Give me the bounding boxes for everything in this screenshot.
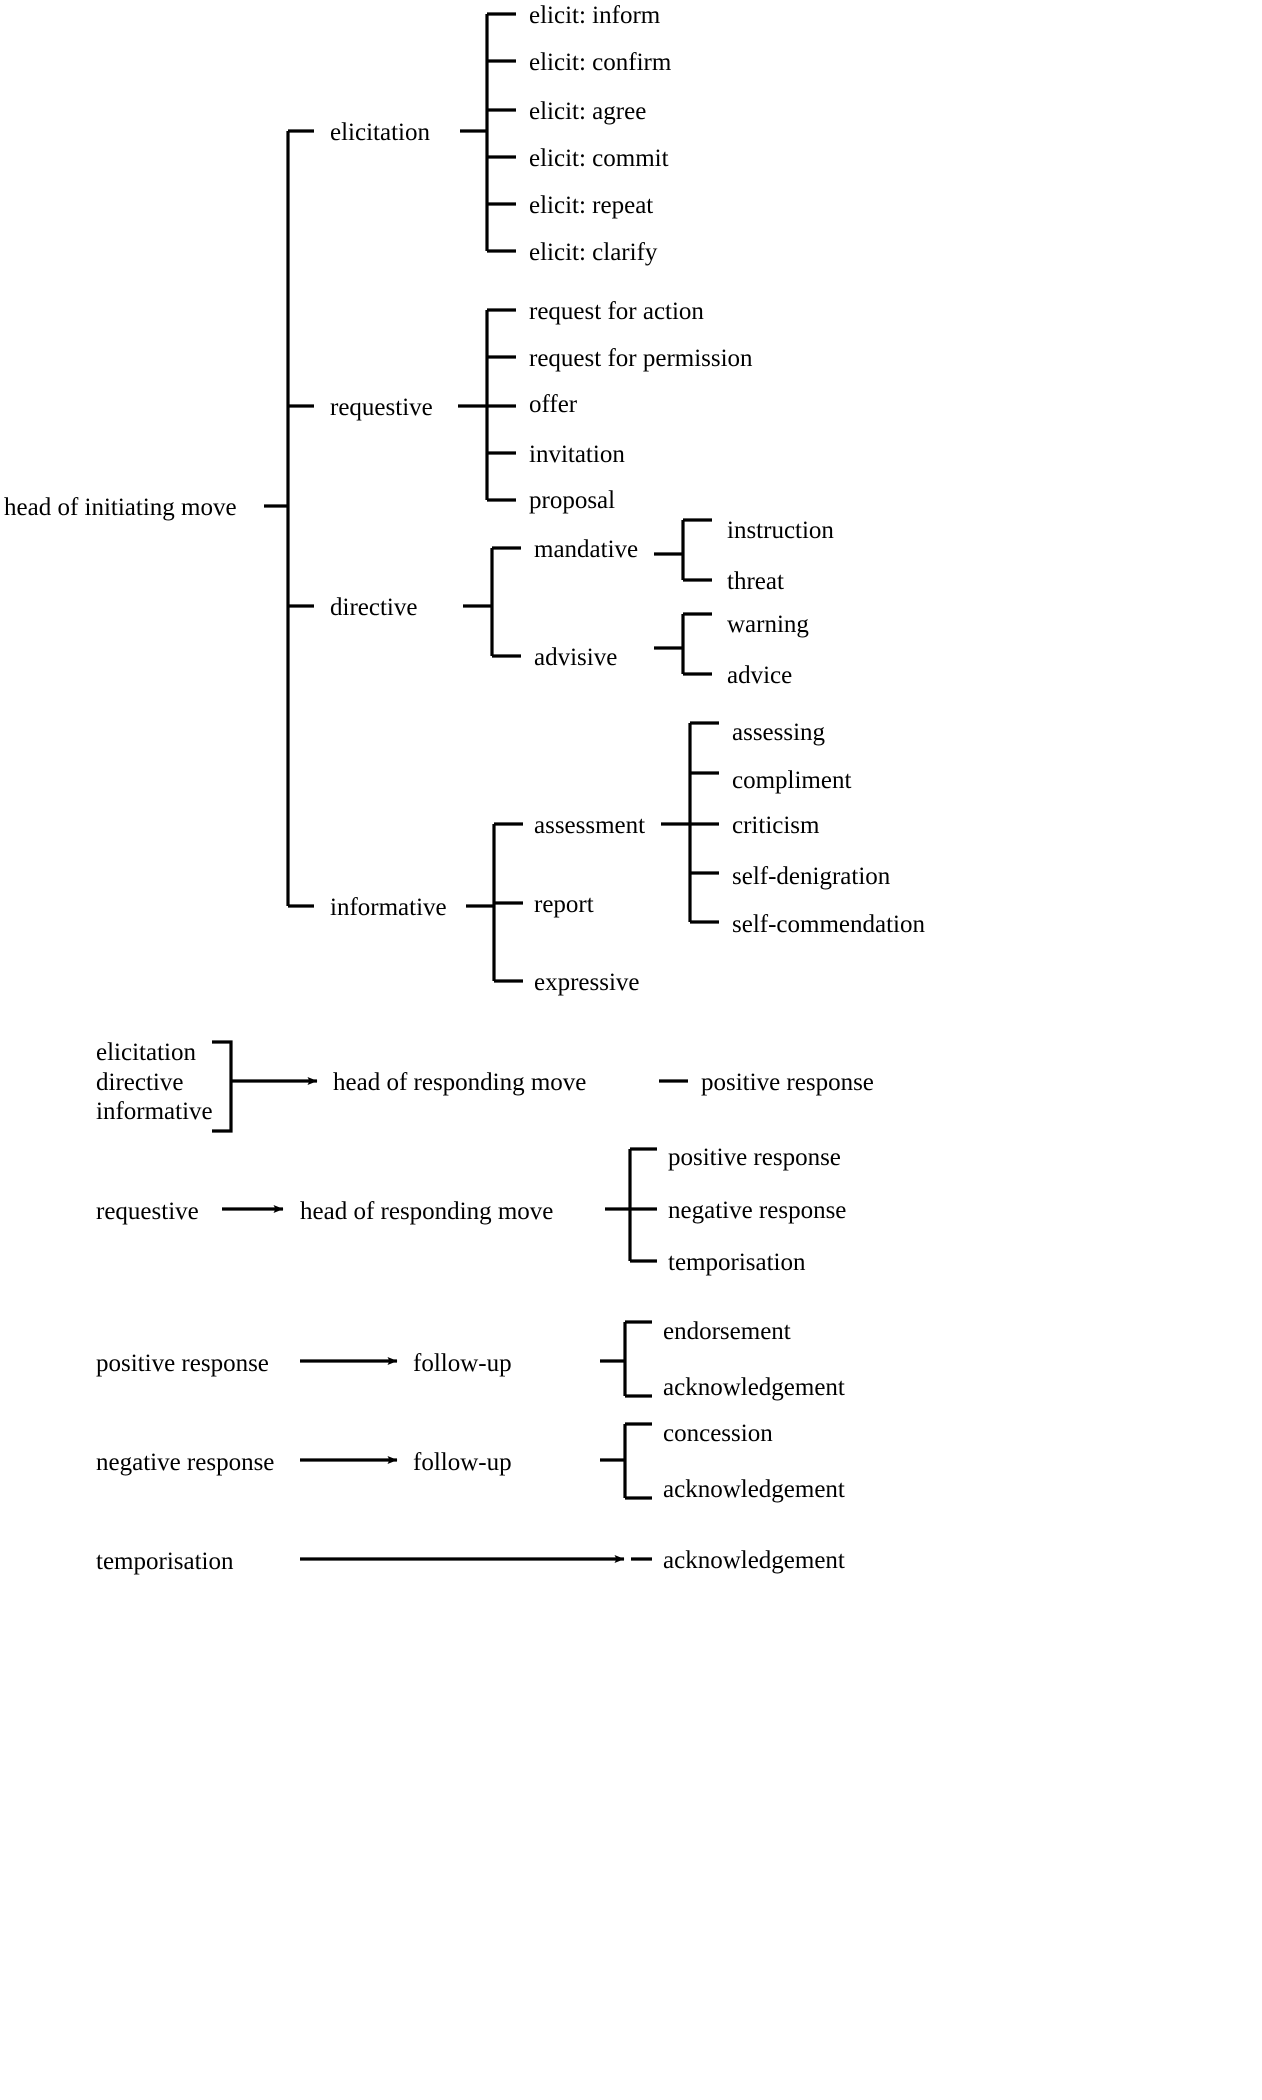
node-informative: informative (330, 894, 447, 921)
node-warning: warning (727, 611, 809, 638)
node-mandative: mandative (534, 536, 638, 563)
node-acknowledgement-1: acknowledgement (663, 1374, 845, 1401)
node-proposal: proposal (529, 487, 615, 514)
node-criticism: criticism (732, 812, 820, 839)
node-offer: offer (529, 391, 578, 418)
node-advisive: advisive (534, 644, 617, 671)
node-source-informative: informative (96, 1098, 213, 1125)
node-positive-response-2: positive response (668, 1144, 841, 1171)
node-directive: directive (330, 594, 417, 621)
sources-bracket-1 (212, 1040, 233, 1133)
node-negative-response-2: negative response (668, 1197, 846, 1224)
node-temporisation-source: temporisation (96, 1548, 234, 1575)
node-follow-up-1: follow-up (413, 1350, 512, 1377)
node-request-for-permission: request for permission (529, 345, 753, 372)
node-elicit-commit: elicit: commit (529, 145, 669, 172)
node-self-denigration: self-denigration (732, 863, 891, 890)
node-source-elicitation: elicitation (96, 1039, 196, 1066)
node-assessment: assessment (534, 812, 645, 839)
node-acknowledgement-3: acknowledgement (663, 1547, 845, 1574)
node-self-commendation: self-commendation (732, 911, 925, 938)
node-requestive: requestive (330, 394, 433, 421)
node-head-of-initiating-move: head of initiating move (4, 494, 237, 521)
node-head-of-responding-move-2: head of responding move (300, 1198, 553, 1225)
node-instruction: instruction (727, 517, 834, 544)
node-endorsement: endorsement (663, 1318, 791, 1345)
node-head-of-responding-move-1: head of responding move (333, 1069, 586, 1096)
node-positive-response-source: positive response (96, 1350, 269, 1377)
node-request-for-action: request for action (529, 298, 704, 325)
node-concession: concession (663, 1420, 773, 1447)
node-advice: advice (727, 662, 792, 689)
node-positive-response-1: positive response (701, 1069, 874, 1096)
node-source-directive: directive (96, 1069, 183, 1096)
node-invitation: invitation (529, 441, 625, 468)
node-elicit-clarify: elicit: clarify (529, 239, 658, 266)
node-acknowledgement-2: acknowledgement (663, 1476, 845, 1503)
node-follow-up-2: follow-up (413, 1449, 512, 1476)
node-elicit-agree: elicit: agree (529, 98, 646, 125)
node-expressive: expressive (534, 969, 640, 996)
node-temporisation-2: temporisation (668, 1249, 806, 1276)
node-elicit-confirm: elicit: confirm (529, 49, 672, 76)
node-compliment: compliment (732, 767, 851, 794)
node-elicitation: elicitation (330, 119, 430, 146)
node-elicit-inform: elicit: inform (529, 2, 661, 29)
node-negative-response-source: negative response (96, 1449, 274, 1476)
node-elicit-repeat: elicit: repeat (529, 192, 653, 219)
node-source-requestive: requestive (96, 1198, 199, 1225)
move-taxonomy-diagram: head of initiating move elicitation requ… (4, 2, 925, 1575)
node-threat: threat (727, 568, 784, 595)
node-report: report (534, 891, 594, 918)
node-assessing: assessing (732, 719, 826, 746)
